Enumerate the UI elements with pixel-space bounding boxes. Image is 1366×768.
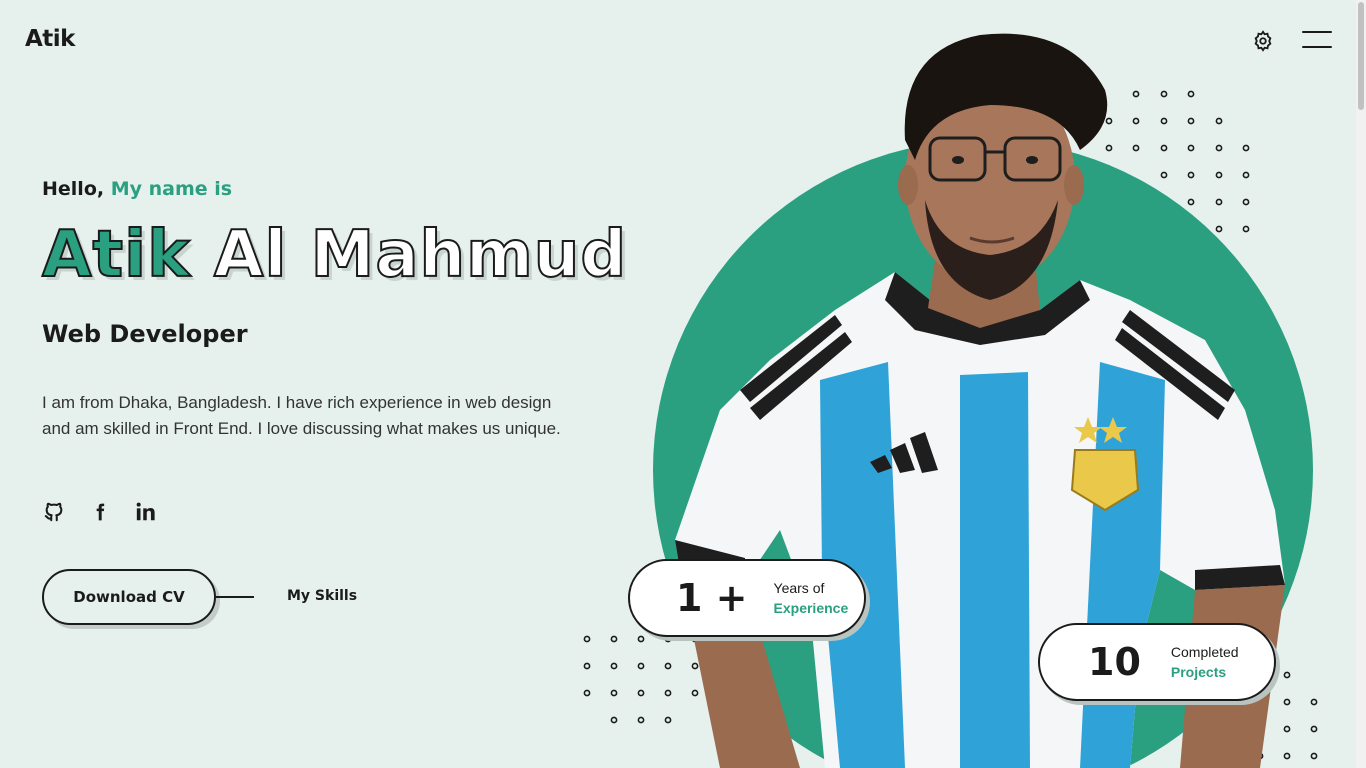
- projects-number: 10: [1088, 640, 1141, 684]
- page-scrollbar[interactable]: [1356, 0, 1366, 768]
- projects-label-top: Completed: [1170, 644, 1239, 660]
- scrollbar-thumb[interactable]: [1358, 2, 1364, 110]
- role-title: Web Developer: [42, 320, 248, 348]
- projects-card: 10 Completed Projects: [1038, 623, 1276, 701]
- download-cv-button[interactable]: Download CV: [42, 569, 216, 625]
- greeting: Hello, My name is: [42, 178, 232, 200]
- facebook-link[interactable]: [88, 500, 112, 524]
- linkedin-icon: [136, 502, 155, 521]
- greeting-plain: Hello,: [42, 178, 105, 200]
- hamburger-icon: [1302, 46, 1332, 48]
- experience-number: 1 +: [676, 576, 748, 620]
- my-skills-link[interactable]: My Skills: [287, 588, 357, 604]
- hero-name: Atik Al Mahmud: [41, 217, 628, 293]
- last-name: Al Mahmud: [213, 217, 628, 293]
- experience-card: 1 + Years of Experience: [628, 559, 866, 637]
- button-connector-line: [216, 596, 254, 598]
- site-logo[interactable]: Atik: [25, 26, 75, 52]
- experience-label-bottom: Experience: [773, 600, 849, 616]
- greeting-accent: My name is: [110, 178, 233, 200]
- first-name: Atik: [41, 217, 191, 293]
- projects-label: Completed Projects: [1171, 642, 1239, 682]
- experience-label: Years of Experience: [774, 578, 849, 618]
- facebook-icon: [96, 503, 105, 521]
- menu-button[interactable]: [1302, 31, 1332, 49]
- social-links: [42, 500, 158, 524]
- linkedin-link[interactable]: [134, 500, 158, 524]
- experience-label-top: Years of: [773, 580, 825, 596]
- bio-text: I am from Dhaka, Bangladesh. I have rich…: [42, 393, 561, 438]
- github-icon: [44, 502, 63, 522]
- github-link[interactable]: [42, 500, 66, 524]
- hamburger-icon: [1302, 31, 1332, 33]
- projects-label-bottom: Projects: [1170, 664, 1227, 680]
